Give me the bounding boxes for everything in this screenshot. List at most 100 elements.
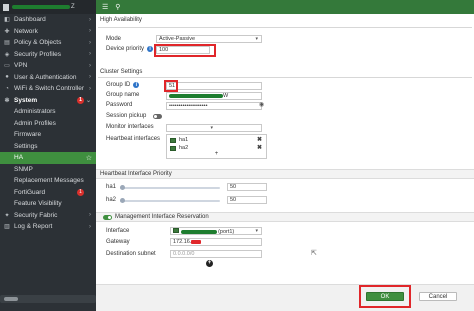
sidebar-scrollbar[interactable] — [0, 295, 96, 303]
ha2-priority-slider[interactable] — [120, 198, 220, 203]
sidebar-item-admin-profiles[interactable]: Admin Profiles — [0, 118, 96, 130]
chevron-down-icon: ▾ — [255, 36, 258, 42]
ha1-priority-input[interactable]: 50 — [227, 183, 267, 191]
sidebar-item-replacement-messages[interactable]: Replacement Messages — [0, 175, 96, 187]
sidebar-item-firmware[interactable]: Firmware — [0, 129, 96, 141]
sidebar-item-ha[interactable]: HA ☆ — [0, 152, 96, 164]
chevron-right-icon: › — [89, 51, 91, 58]
menu-icon[interactable]: ☰ — [102, 3, 108, 11]
destination-subnet-label: Destination subnet — [106, 251, 156, 257]
gateway-label: Gateway — [106, 239, 130, 245]
port-icon — [170, 145, 176, 151]
user-icon: ● — [5, 74, 9, 81]
chevron-down-icon: ⌄ — [85, 97, 91, 104]
chevron-right-icon: › — [89, 85, 91, 92]
section-divider — [98, 27, 472, 28]
sidebar-item-fortiguard[interactable]: FortiGuard 1 — [0, 187, 96, 199]
slider-handle[interactable] — [120, 198, 125, 203]
sidebar-item-settings[interactable]: Settings — [0, 141, 96, 153]
group-id-highlight-box — [164, 80, 178, 92]
fabric-icon: ✦ — [4, 212, 10, 219]
interface-name-mask — [180, 229, 217, 234]
ha1-priority-slider[interactable] — [120, 185, 220, 190]
sidebar-item-security-profiles[interactable]: ◈ Security Profiles › — [0, 49, 96, 61]
dashboard-icon: ◧ — [4, 17, 10, 24]
session-pickup-toggle[interactable] — [153, 114, 162, 119]
chevron-right-icon: › — [89, 16, 91, 23]
interface-select[interactable]: (port1) ▾ — [170, 227, 262, 235]
sidebar-item-security-fabric[interactable]: ✦ Security Fabric › — [0, 210, 96, 222]
ha2-priority-input[interactable]: 50 — [227, 196, 267, 204]
notification-badge: 1 — [77, 96, 84, 104]
password-label: Password — [106, 102, 133, 108]
network-icon: ✚ — [4, 28, 10, 35]
mouse-cursor-icon: ⇱ — [311, 250, 317, 257]
sidebar-item-policy[interactable]: ▤ Policy & Objects › — [0, 37, 96, 49]
sidebar-item-vpn[interactable]: ▭ VPN › — [0, 60, 96, 72]
chevron-right-icon: › — [89, 39, 91, 46]
section-title-hb-priority: Heartbeat Interface Priority — [100, 171, 172, 177]
group-name-mask — [169, 93, 223, 98]
remove-icon[interactable]: ✖ — [257, 144, 262, 151]
sidebar: Z ◧ Dashboard › ✚ Network › ▤ Policy & Object… — [0, 0, 96, 311]
sidebar-item-wifi-switch[interactable]: ◔ WiFi & Switch Controller › — [0, 83, 96, 95]
chevron-right-icon: › — [89, 212, 91, 219]
group-name-label: Group name — [106, 92, 140, 98]
section-title-cluster: Cluster Settings — [100, 69, 143, 75]
chevron-down-icon: ▾ — [255, 228, 258, 234]
vpn-icon: ▭ — [4, 63, 10, 70]
list-item: ha2 — [170, 145, 188, 151]
ha-settings-panel: High Availability Mode Active-Passive ▾ … — [96, 14, 474, 311]
mode-select[interactable]: Active-Passive ▾ — [156, 35, 262, 43]
group-id-label: Group ID i — [106, 82, 140, 88]
dialog-footer: OK Cancel — [96, 284, 474, 311]
sidebar-item-user-auth[interactable]: ● User & Authentication › — [0, 72, 96, 84]
sidebar-item-network[interactable]: ✚ Network › — [0, 26, 96, 38]
sidebar-item-feature-visibility[interactable]: Feature Visibility — [0, 198, 96, 210]
top-bar: ☰ ⚲ — [96, 0, 474, 14]
star-icon[interactable]: ☆ — [86, 154, 92, 162]
wifi-icon: ◔ — [5, 85, 9, 92]
list-item: ha1 — [170, 137, 188, 143]
section-title-ha: High Availability — [100, 17, 142, 23]
chevron-right-icon: › — [89, 223, 91, 230]
group-id-input[interactable]: 51 — [166, 82, 262, 90]
add-icon[interactable]: + — [206, 260, 213, 267]
remove-icon[interactable]: ✖ — [257, 136, 262, 143]
section-divider — [98, 77, 472, 78]
priority-row-label: ha2 — [106, 197, 117, 203]
slider-handle[interactable] — [120, 185, 125, 190]
sidebar-item-system[interactable]: ✻ System 1 ⌄ — [0, 95, 96, 107]
priority-row-label: ha1 — [106, 184, 117, 190]
password-input[interactable]: •••••••••••••••••••• — [166, 102, 262, 110]
sidebar-item-log-report[interactable]: ▥ Log & Report › — [0, 221, 96, 233]
priority-highlight-box — [154, 44, 216, 57]
chevron-down-icon: ▾ — [210, 125, 213, 131]
cancel-button[interactable]: Cancel — [419, 292, 457, 301]
notification-badge: 1 — [77, 188, 84, 196]
mode-label: Mode — [106, 36, 122, 42]
sidebar-item-dashboard[interactable]: ◧ Dashboard › — [0, 14, 96, 26]
group-name-input[interactable]: W — [166, 92, 262, 100]
interface-label: Interface — [106, 228, 130, 234]
gateway-input[interactable]: 172.16. — [170, 238, 262, 246]
heartbeat-interfaces-list[interactable]: ha1 ✖ ha2 ✖ + — [166, 134, 267, 159]
monitor-interfaces-select[interactable]: ▾ — [166, 124, 262, 132]
hostname-suffix: Z — [71, 4, 75, 10]
sidebar-item-snmp[interactable]: SNMP — [0, 164, 96, 176]
destination-subnet-input[interactable]: 0.0.0.0/0 — [170, 250, 262, 258]
info-icon[interactable]: i — [147, 46, 154, 52]
gateway-mask — [191, 239, 202, 244]
shield-icon: ◈ — [4, 51, 10, 58]
search-icon[interactable]: ⚲ — [115, 3, 120, 11]
port-icon — [170, 137, 176, 143]
mgmt-reservation-toggle[interactable] — [103, 215, 112, 220]
sidebar-item-administrators[interactable]: Administrators — [0, 106, 96, 118]
add-icon[interactable]: + — [215, 151, 219, 157]
info-icon[interactable]: i — [133, 82, 140, 88]
eye-icon[interactable]: ◉ — [259, 101, 264, 108]
policy-icon: ▤ — [4, 40, 10, 47]
log-icon: ▥ — [4, 224, 10, 231]
chevron-right-icon: › — [89, 74, 91, 81]
monitor-interfaces-label: Monitor interfaces — [106, 124, 154, 130]
